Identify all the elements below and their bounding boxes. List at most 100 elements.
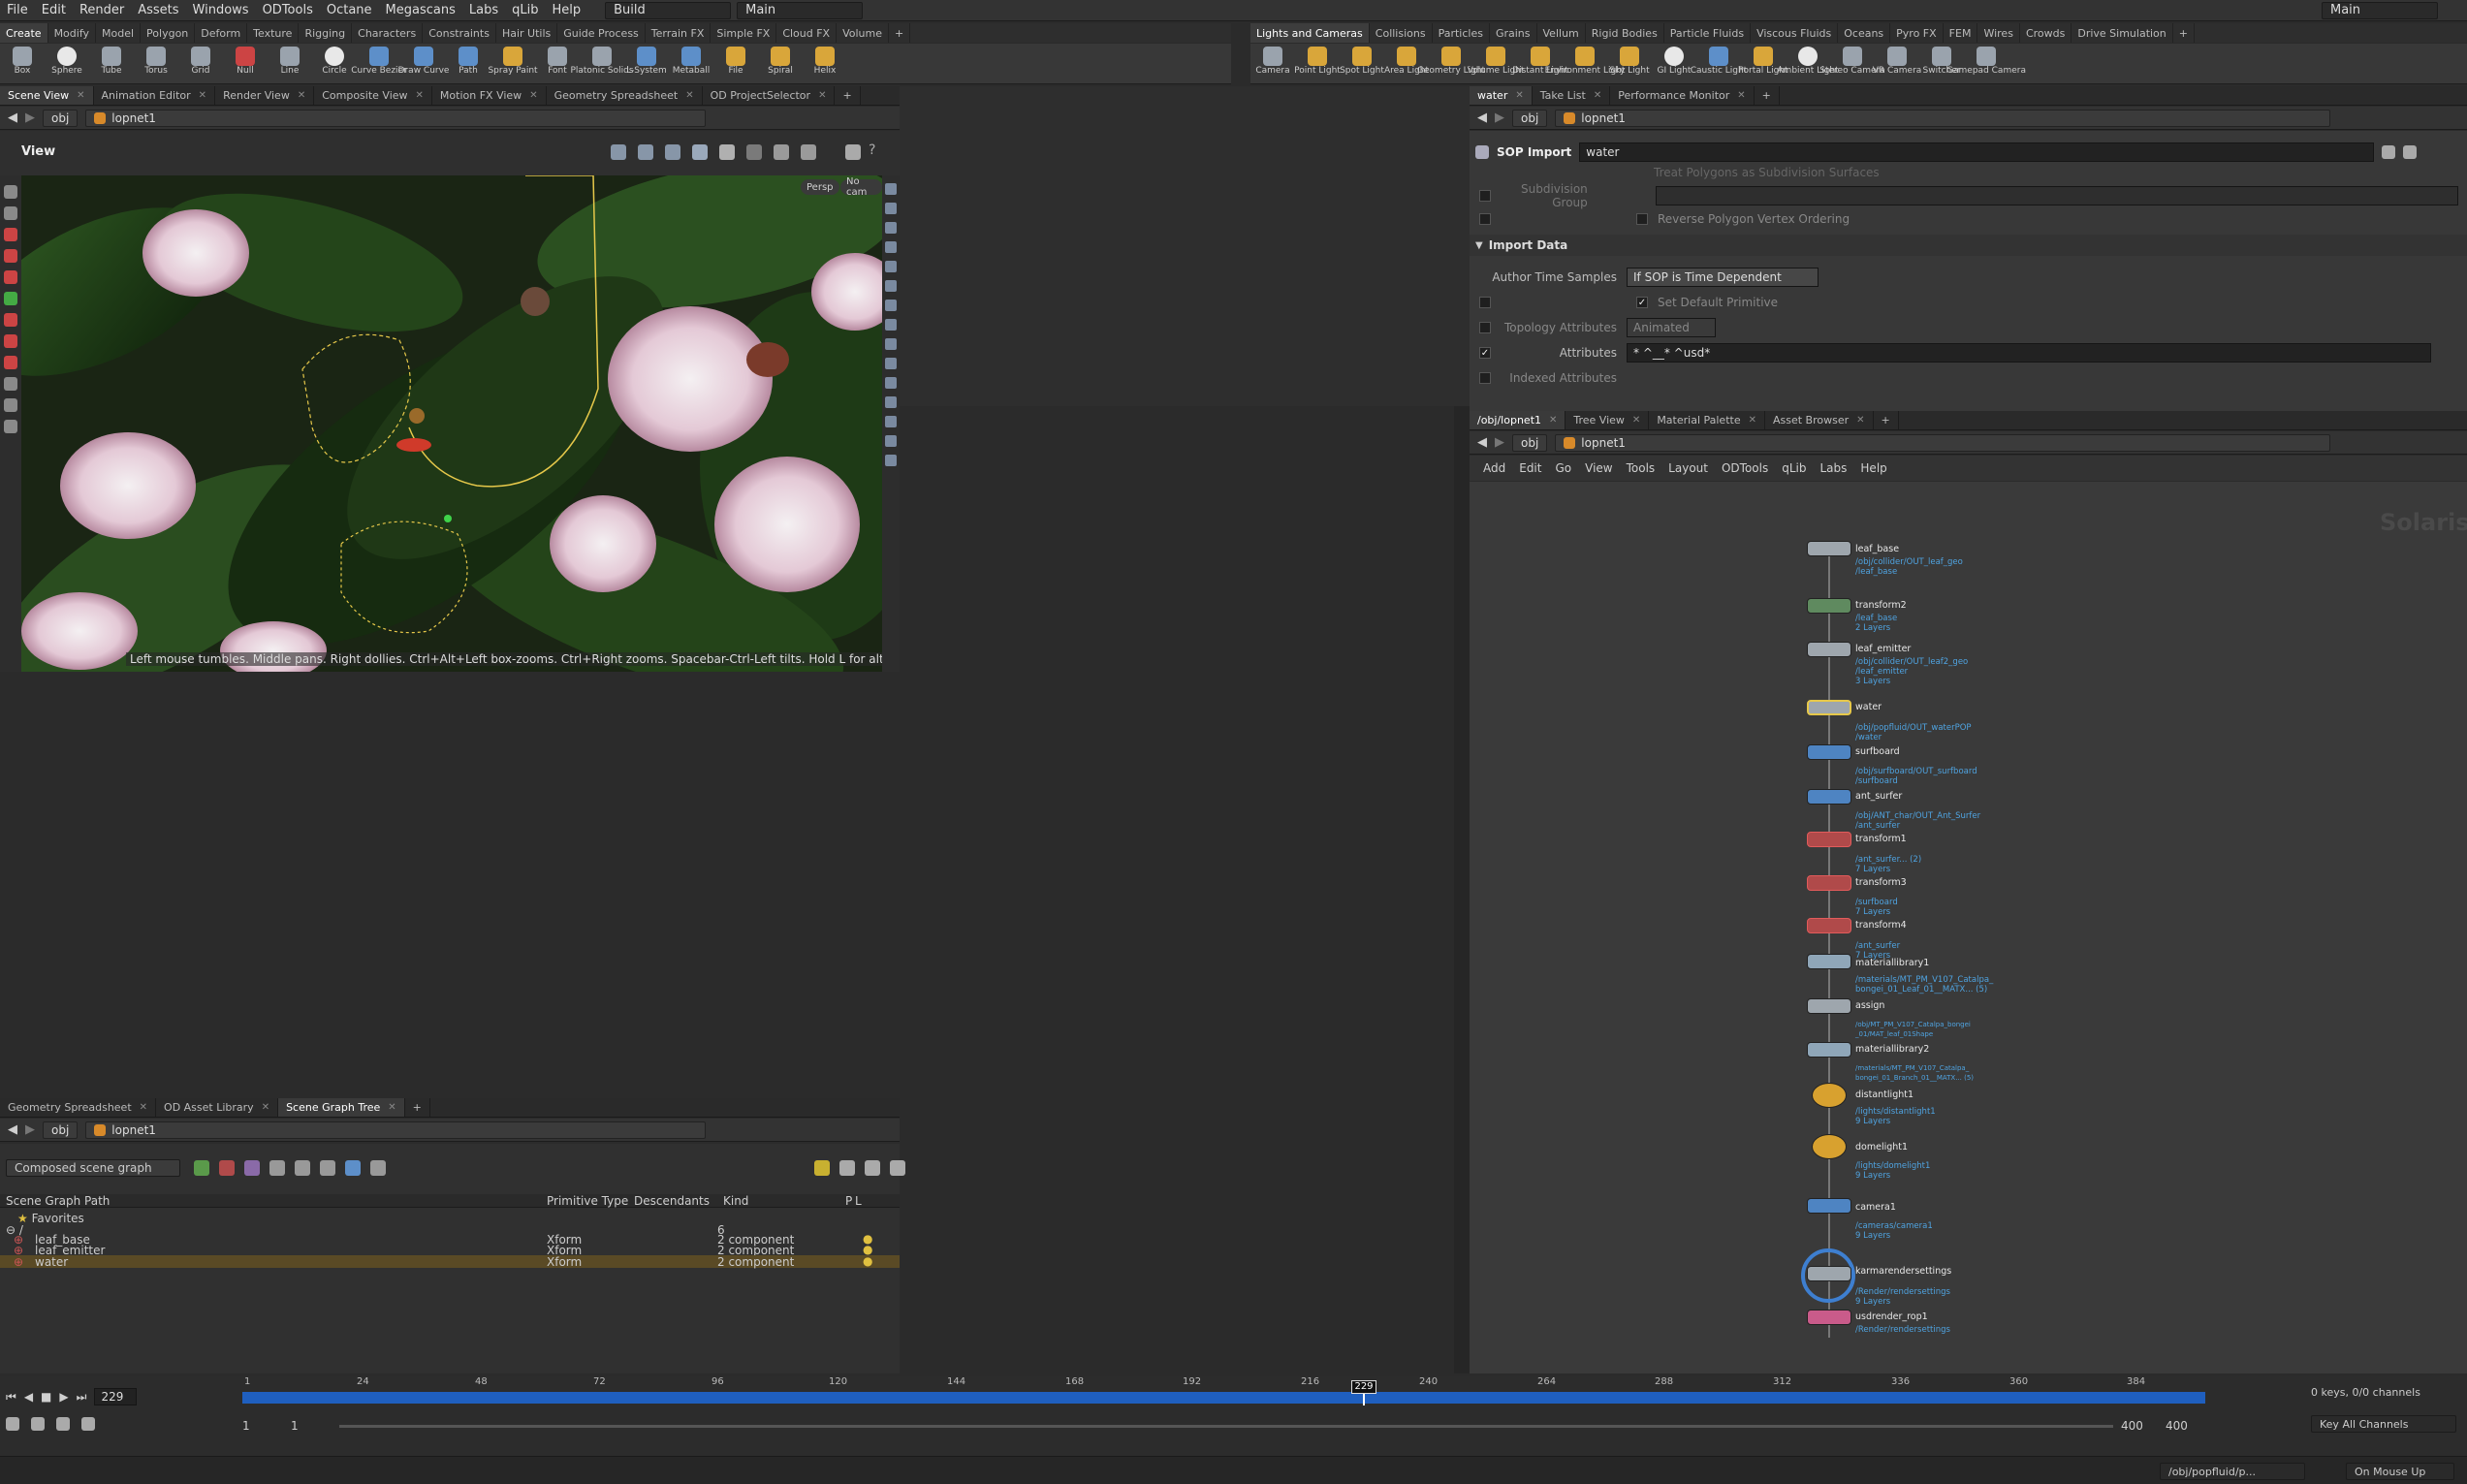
menu-help[interactable]: Help bbox=[545, 3, 587, 17]
path-obj[interactable]: obj bbox=[43, 109, 79, 127]
param-path-lopnet[interactable]: lopnet1 bbox=[1555, 109, 2331, 127]
tab-render-view[interactable]: Render View ✕ bbox=[215, 86, 315, 105]
move-icon[interactable] bbox=[638, 144, 653, 160]
import-data-section[interactable]: ▼ Import Data bbox=[1470, 235, 2467, 256]
light-tool-icon[interactable] bbox=[4, 420, 17, 433]
tool-tube[interactable]: Tube bbox=[89, 44, 134, 84]
range-slider[interactable] bbox=[339, 1425, 2113, 1428]
display-option-icon[interactable] bbox=[885, 241, 897, 253]
menu-file[interactable]: File bbox=[0, 3, 35, 17]
play-icon[interactable]: ▶ bbox=[59, 1390, 68, 1404]
current-frame-field[interactable]: 229 bbox=[94, 1388, 138, 1405]
tool-line[interactable]: Line bbox=[268, 44, 312, 84]
display-option-icon[interactable] bbox=[885, 455, 897, 466]
shelf-tab[interactable]: Viscous Fluids bbox=[1751, 23, 1839, 43]
add-shelf-tab-icon[interactable]: + bbox=[2173, 23, 2195, 43]
tool-platonic[interactable]: Platonic Solids bbox=[570, 44, 634, 84]
select-icon[interactable] bbox=[611, 144, 626, 160]
handle-tool-icon[interactable] bbox=[4, 249, 17, 263]
tool-switcher[interactable]: Switcher bbox=[1919, 44, 1964, 84]
light-icon[interactable] bbox=[814, 1160, 830, 1176]
back-arrow-icon[interactable]: ◀ bbox=[1477, 435, 1487, 450]
scene-viewport[interactable]: Persp No cam Left mouse tumbles. Middle … bbox=[21, 175, 882, 672]
close-icon[interactable]: ✕ bbox=[1594, 90, 1601, 101]
display-option-icon[interactable] bbox=[885, 280, 897, 292]
tab-take-list[interactable]: Take List ✕ bbox=[1533, 86, 1611, 105]
tab-animation-editor[interactable]: Animation Editor ✕ bbox=[94, 86, 216, 105]
tool-geometry-light[interactable]: Geometry Light bbox=[1417, 44, 1485, 84]
shelf-tab[interactable]: Collisions bbox=[1370, 23, 1433, 43]
lock-icon[interactable] bbox=[4, 206, 17, 220]
add-tab-icon[interactable]: + bbox=[835, 86, 861, 105]
select-tool-icon[interactable] bbox=[4, 185, 17, 199]
close-icon[interactable]: ✕ bbox=[298, 90, 305, 101]
menu-edit[interactable]: Edit bbox=[35, 3, 73, 17]
tab-asset-browser[interactable]: Asset Browser ✕ bbox=[1765, 411, 1874, 429]
tool-spray-paint[interactable]: Spray Paint bbox=[488, 44, 538, 84]
tool-distant-light[interactable]: Distant Light bbox=[1512, 44, 1568, 84]
display-option-icon[interactable] bbox=[885, 222, 897, 234]
tool-sky-light[interactable]: Sky Light bbox=[1607, 44, 1652, 84]
tool-portal-light[interactable]: Portal Light bbox=[1738, 44, 1788, 84]
net-menu-item[interactable]: Add bbox=[1483, 461, 1505, 475]
tab-network[interactable]: /obj/lopnet1 ✕ bbox=[1470, 411, 1566, 429]
table-row-selected[interactable]: ⊕ water Xform 2 component ● bbox=[0, 1254, 900, 1269]
tool-area-light[interactable]: Area Light bbox=[1384, 44, 1429, 84]
shelf-tab[interactable]: Wires bbox=[1977, 23, 2020, 43]
audio-icon[interactable] bbox=[31, 1417, 45, 1431]
shelf-tab[interactable]: Particle Fluids bbox=[1664, 23, 1752, 43]
build-dropdown[interactable]: Build bbox=[605, 1, 732, 19]
menu-odtools[interactable]: ODTools bbox=[256, 3, 320, 17]
shelf-tab-lights[interactable]: Lights and Cameras bbox=[1250, 23, 1370, 43]
tab-composite-view[interactable]: Composite View ✕ bbox=[314, 86, 432, 105]
tool-draw-curve[interactable]: Draw Curve bbox=[398, 44, 449, 84]
display-icon[interactable] bbox=[774, 144, 789, 160]
display-option-icon[interactable] bbox=[885, 300, 897, 311]
view-tool-icon[interactable] bbox=[4, 377, 17, 391]
tool-camera[interactable]: Camera bbox=[1250, 44, 1295, 84]
shelf-tab[interactable]: Oceans bbox=[1838, 23, 1891, 43]
playhead-marker[interactable]: 229 bbox=[1351, 1380, 1376, 1394]
col-header[interactable]: P bbox=[845, 1194, 852, 1208]
pose-tool-icon[interactable] bbox=[4, 228, 17, 241]
camera-menu[interactable]: No cam bbox=[840, 176, 882, 198]
node-karmarendersettings[interactable] bbox=[1807, 1266, 1851, 1281]
shelf-tab[interactable]: Characters bbox=[352, 23, 424, 43]
real-time-icon[interactable] bbox=[6, 1417, 19, 1431]
forward-arrow-icon[interactable]: ▶ bbox=[25, 1122, 35, 1137]
filter-icon[interactable] bbox=[269, 1160, 285, 1176]
tool-circle[interactable]: Circle bbox=[312, 44, 357, 84]
node-materiallibrary1[interactable] bbox=[1807, 954, 1851, 969]
tab-water[interactable]: water ✕ bbox=[1470, 86, 1533, 105]
key-all-channels-button[interactable]: Key All Channels bbox=[2311, 1415, 2456, 1433]
reverse-checkbox[interactable] bbox=[1636, 213, 1648, 225]
tab-scene-view[interactable]: Scene View ✕ bbox=[0, 86, 94, 105]
range-end[interactable]: 400 bbox=[2121, 1419, 2143, 1433]
topology-dropdown[interactable]: Animated bbox=[1627, 318, 1716, 337]
display-option-icon[interactable] bbox=[885, 183, 897, 195]
set-default-checkbox[interactable]: ✓ bbox=[1636, 297, 1648, 308]
menu-assets[interactable]: Assets bbox=[131, 3, 185, 17]
subdiv-group-field[interactable] bbox=[1655, 186, 2458, 205]
close-icon[interactable]: ✕ bbox=[1549, 415, 1557, 426]
close-icon[interactable]: ✕ bbox=[1515, 90, 1523, 101]
shelf-tab[interactable]: Particles bbox=[1433, 23, 1490, 43]
menu-octane[interactable]: Octane bbox=[320, 3, 379, 17]
node-leaf-base[interactable] bbox=[1807, 541, 1851, 556]
node-name-field[interactable]: water bbox=[1579, 142, 2375, 162]
add-tab-icon[interactable]: + bbox=[405, 1098, 430, 1117]
tool-volume-light[interactable]: Volume Light bbox=[1468, 44, 1524, 84]
forward-arrow-icon[interactable]: ▶ bbox=[1495, 111, 1504, 125]
tool-env-light[interactable]: Environment Light bbox=[1545, 44, 1625, 84]
sg-path-lopnet[interactable]: lopnet1 bbox=[85, 1121, 707, 1139]
shelf-tab[interactable]: Crowds bbox=[2020, 23, 2072, 43]
pin-icon[interactable] bbox=[370, 1160, 386, 1176]
range-end-2[interactable]: 400 bbox=[2166, 1419, 2188, 1433]
tool-gi-light[interactable]: GI Light bbox=[1652, 44, 1696, 84]
gear-icon[interactable] bbox=[839, 1160, 855, 1176]
add-shelf-tab-icon[interactable]: + bbox=[889, 23, 911, 43]
col-header[interactable]: Primitive Type bbox=[547, 1194, 628, 1208]
display-option-icon[interactable] bbox=[885, 319, 897, 331]
info-icon[interactable] bbox=[295, 1160, 310, 1176]
net-menu-item[interactable]: Edit bbox=[1519, 461, 1541, 475]
